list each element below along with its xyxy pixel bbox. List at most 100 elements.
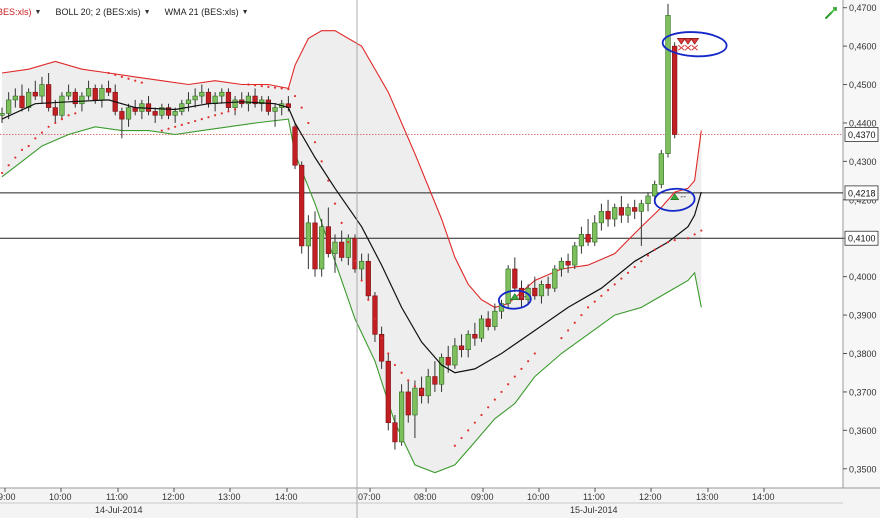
sar-dot xyxy=(347,240,350,244)
sar-dot xyxy=(413,385,417,388)
sar-dot xyxy=(660,244,663,248)
candle-body xyxy=(99,88,105,101)
candle-body xyxy=(645,195,651,204)
sar-dot xyxy=(666,240,670,244)
candle-body xyxy=(352,237,358,270)
candle-body xyxy=(585,234,591,243)
sar-dot xyxy=(560,337,563,340)
candle-body xyxy=(398,391,405,443)
candle-body xyxy=(172,111,178,116)
price-chart[interactable]: 0,3500 0,3600 0,3700 0,3800 0,3900 0,4000 0,41… xyxy=(0,0,880,518)
candle-body xyxy=(46,84,52,108)
sar-dot xyxy=(234,108,237,111)
chevron-down-icon[interactable]: ▼ xyxy=(242,9,249,16)
candle-body xyxy=(632,207,638,212)
sar-dot xyxy=(573,321,576,324)
time-tick-label: 14:00 xyxy=(275,492,298,502)
sar-dot xyxy=(686,237,690,240)
sar-dot xyxy=(373,317,377,321)
wma-indicator-selector[interactable]: WMA 21 (BES:xls) ▼ xyxy=(165,7,249,17)
candle-body xyxy=(385,360,391,423)
sar-dot xyxy=(120,75,123,78)
sar-dot xyxy=(227,110,230,113)
candle-body xyxy=(59,95,65,116)
candle-body xyxy=(472,333,478,339)
sar-dot xyxy=(367,298,370,301)
trend-wand-icon[interactable] xyxy=(824,6,838,20)
sar-dot xyxy=(287,88,290,91)
candle-body xyxy=(518,287,525,301)
candle-body xyxy=(185,99,192,105)
sar-dot xyxy=(174,125,177,128)
candle-body xyxy=(545,284,551,289)
sar-dot xyxy=(453,444,456,447)
candle-body xyxy=(325,226,331,254)
sar-dot xyxy=(600,294,603,297)
sar-dot xyxy=(47,125,50,128)
sar-dot xyxy=(313,141,317,144)
candle-body xyxy=(19,95,25,108)
sar-dot xyxy=(673,239,676,242)
sar-dot xyxy=(353,260,357,263)
chevron-down-icon[interactable]: ▼ xyxy=(35,9,42,16)
sar-dot xyxy=(520,367,523,370)
candle-body xyxy=(212,95,218,105)
price-tick-label: 0,4700 xyxy=(849,3,877,13)
candle-body xyxy=(625,207,631,216)
sar-dot xyxy=(194,119,197,123)
price-tick-label: 0,3900 xyxy=(849,311,877,321)
candle-body xyxy=(672,45,678,135)
sar-dot xyxy=(387,352,390,355)
instrument-selector[interactable]: (BES:xls) ▼ xyxy=(0,7,41,17)
sar-dot xyxy=(380,337,383,340)
sar-dot xyxy=(320,160,323,163)
candle-body xyxy=(119,111,125,120)
price-tick-label: 0,4000 xyxy=(849,272,877,282)
sar-dot xyxy=(646,254,650,257)
candle-body xyxy=(452,345,458,366)
level-price-1-label: 0,4100 xyxy=(848,234,876,244)
candle-body xyxy=(558,260,565,270)
candle-body xyxy=(578,234,585,247)
sar-dot xyxy=(34,137,37,140)
sar-dot xyxy=(167,127,170,130)
candle-body xyxy=(232,99,238,108)
candle-body xyxy=(485,318,491,327)
candle-body xyxy=(26,91,32,108)
time-tick-label: 07:00 xyxy=(358,492,381,502)
sar-dot xyxy=(127,77,130,80)
candle-body xyxy=(492,310,498,327)
bollinger-indicator-label: BOLL 20; 2 (BES:xls) xyxy=(55,7,141,17)
candle-body xyxy=(638,203,644,212)
sar-dot xyxy=(160,129,163,132)
sar-dot xyxy=(513,375,516,378)
candle-body xyxy=(52,107,58,116)
sar-dot xyxy=(640,260,643,263)
candle-body xyxy=(319,226,325,270)
sar-dot xyxy=(307,121,310,125)
sar-dot xyxy=(460,436,463,440)
chevron-down-icon[interactable]: ▼ xyxy=(144,9,151,16)
sar-dot xyxy=(67,114,70,117)
candle-body xyxy=(612,207,618,220)
sar-dot xyxy=(407,379,410,382)
date-label: 15-Jul-2014 xyxy=(570,505,618,515)
chart-window: (BES:xls) ▼ BOLL 20; 2 (BES:xls) ▼ WMA 2… xyxy=(0,0,880,518)
candle-body xyxy=(12,95,18,101)
sar-dot xyxy=(60,118,64,121)
wma-indicator-label: WMA 21 (BES:xls) xyxy=(164,7,239,17)
candle-body xyxy=(299,164,305,247)
candle-body xyxy=(652,184,658,197)
sar-dot xyxy=(300,106,303,109)
sar-dot xyxy=(214,114,217,117)
candle-body xyxy=(225,91,232,108)
sar-dot xyxy=(533,352,536,355)
candle-body xyxy=(332,241,338,254)
bollinger-indicator-selector[interactable]: BOLL 20; 2 (BES:xls) ▼ xyxy=(55,7,150,17)
sar-dot xyxy=(7,164,10,167)
sar-dot xyxy=(180,123,183,126)
sar-dot xyxy=(626,271,630,274)
sar-dot xyxy=(527,360,530,363)
sar-dot xyxy=(107,71,110,75)
time-tick-label: 13:00 xyxy=(696,492,719,502)
